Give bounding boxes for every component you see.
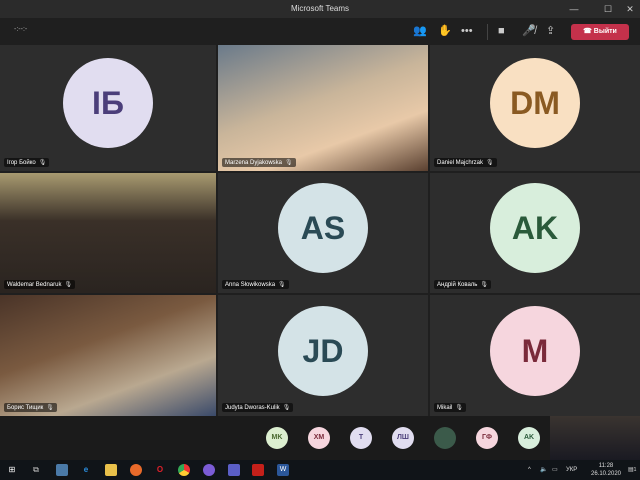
language-indicator[interactable]: УКР	[566, 460, 577, 480]
avatar: AK	[490, 183, 580, 273]
maximize-button[interactable]: ☐	[598, 0, 618, 18]
participant-tile[interactable]: Борис Тищик 🎙	[0, 295, 216, 416]
network-icon[interactable]: ▭	[552, 460, 558, 480]
participant-name-text: Marzena Dyjakowska	[225, 160, 283, 166]
minimize-button[interactable]: —	[564, 0, 584, 18]
more-options-icon[interactable]: •••	[461, 25, 473, 38]
participants-icon[interactable]: 👥	[413, 25, 427, 38]
participant-name: Judyta Dworas-Kulik 🎙	[222, 403, 294, 412]
avatar: M	[490, 305, 580, 396]
divider	[487, 24, 488, 40]
time: 11:28	[598, 463, 614, 469]
avatar: AS	[278, 183, 368, 273]
acrobat-icon[interactable]	[252, 464, 264, 476]
mic-muted-icon: 🎙	[285, 160, 293, 166]
participant-name: Anna Słowikowska 🎙	[222, 280, 289, 289]
participant-tile[interactable]: M Mikail 🎙	[430, 295, 640, 416]
volume-icon[interactable]: 🔈	[540, 460, 547, 480]
participant-name: Андрій Коваль 🎙	[434, 280, 492, 289]
mic-muted-icon: 🎙	[278, 282, 286, 288]
notification-count: 1	[633, 467, 637, 473]
participant-avatar[interactable]: ХМ	[308, 427, 330, 449]
mic-muted-icon[interactable]: 🎤̸	[522, 25, 536, 38]
participant-tile[interactable]: Marzena Dyjakowska 🎙	[218, 45, 428, 171]
mic-muted-icon: 🎙	[38, 160, 47, 166]
participant-name: Marzena Dyjakowska 🎙	[222, 158, 296, 167]
camera-icon[interactable]: ■	[498, 25, 505, 38]
leave-label: Выйти	[593, 28, 617, 35]
self-video-preview[interactable]	[550, 416, 640, 460]
participant-tile[interactable]: AK Андрій Коваль 🎙	[430, 173, 640, 293]
participant-name: Mikail 🎙	[434, 403, 466, 412]
word-icon[interactable]: W	[277, 464, 289, 476]
participant-video	[0, 295, 216, 416]
participant-video	[218, 45, 428, 171]
participant-name-text: Ігор Бойко	[7, 160, 36, 166]
participant-name-text: Judyta Dworas-Kulik	[225, 405, 280, 411]
file-explorer-icon[interactable]	[105, 464, 117, 476]
participant-tile[interactable]: JD Judyta Dworas-Kulik 🎙	[218, 295, 428, 416]
task-view-icon[interactable]: ⧉	[30, 464, 42, 476]
participant-avatar[interactable]: AK	[518, 427, 540, 449]
start-icon[interactable]: ⊞	[6, 464, 18, 476]
date: 26.10.2020	[590, 471, 622, 477]
participant-avatar[interactable]: ЛШ	[392, 427, 414, 449]
participant-avatar[interactable]: ГФ	[476, 427, 498, 449]
mic-muted-icon: 🎙	[282, 405, 291, 411]
participant-name-text: Борис Тищик	[7, 405, 44, 411]
participant-video	[0, 173, 216, 293]
close-button[interactable]: ✕	[620, 0, 640, 18]
participant-name: Daniel Majchrzak 🎙	[434, 158, 497, 167]
leave-button[interactable]: ☎ Выйти	[571, 24, 629, 40]
meeting-timer: -:--:-	[14, 26, 28, 33]
meeting-toolbar: -:--:- 👥 ✋ ••• ■ 🎤̸ ⇪ ☎ Выйти	[0, 18, 640, 45]
avatar: ІБ	[63, 58, 153, 148]
participant-strip: MK ХМ T ЛШ ГФ AK	[0, 416, 640, 460]
participant-tile[interactable]: DM Daniel Majchrzak 🎙	[430, 45, 640, 171]
opera-icon[interactable]: O	[154, 464, 166, 476]
notifications-icon[interactable]: ▤1	[628, 460, 636, 480]
participant-avatar[interactable]: MK	[266, 427, 288, 449]
clock[interactable]: 11:28 26.10.2020	[586, 462, 626, 478]
participant-name-text: Anna Słowikowska	[225, 282, 276, 288]
video-grid: ІБ Ігор Бойко 🎙 Marzena Dyjakowska 🎙 DM Daniel…	[0, 45, 640, 416]
participant-tile[interactable]: ІБ Ігор Бойко 🎙	[0, 45, 216, 171]
calculator-icon[interactable]	[56, 464, 68, 476]
window-title: Microsoft Teams	[0, 0, 640, 18]
share-screen-icon[interactable]: ⇪	[546, 25, 555, 38]
avatar: JD	[278, 305, 368, 396]
teams-icon[interactable]	[228, 464, 240, 476]
participant-name: Ігор Бойко 🎙	[4, 158, 50, 167]
participant-tile[interactable]: AS Anna Słowikowska 🎙	[218, 173, 428, 293]
firefox-icon[interactable]	[130, 464, 142, 476]
mic-muted-icon: 🎙	[64, 282, 73, 288]
show-hidden-icons[interactable]: ^	[528, 460, 531, 480]
participant-name: Waldemar Bednaruk 🎙	[4, 280, 76, 289]
participant-tile[interactable]: Waldemar Bednaruk 🎙	[0, 173, 216, 293]
participant-name: Борис Тищик 🎙	[4, 403, 57, 412]
participant-avatar[interactable]: T	[350, 427, 372, 449]
viber-icon[interactable]	[203, 464, 215, 476]
participant-name-text: Daniel Majchrzak	[437, 160, 484, 166]
participant-name-text: Waldemar Bednaruk	[7, 282, 62, 288]
mic-muted-icon: 🎙	[480, 282, 489, 288]
windows-taskbar: ⊞ ⧉ e O W ^ 🔈 ▭ УКР 11:28 26.10.2020 ▤1	[0, 460, 640, 480]
avatar: DM	[490, 58, 580, 148]
participant-name-text: Андрій Коваль	[437, 282, 478, 288]
chrome-icon[interactable]	[178, 464, 190, 476]
raise-hand-icon[interactable]: ✋	[438, 25, 452, 38]
mic-muted-icon: 🎙	[46, 405, 54, 411]
participant-name-text: Mikail	[437, 405, 453, 411]
participant-avatar[interactable]	[434, 427, 456, 449]
mic-muted-icon: 🎙	[455, 405, 463, 411]
edge-icon[interactable]: e	[80, 464, 92, 476]
mic-muted-icon: 🎙	[486, 160, 494, 166]
phone-icon: ☎	[583, 28, 594, 35]
